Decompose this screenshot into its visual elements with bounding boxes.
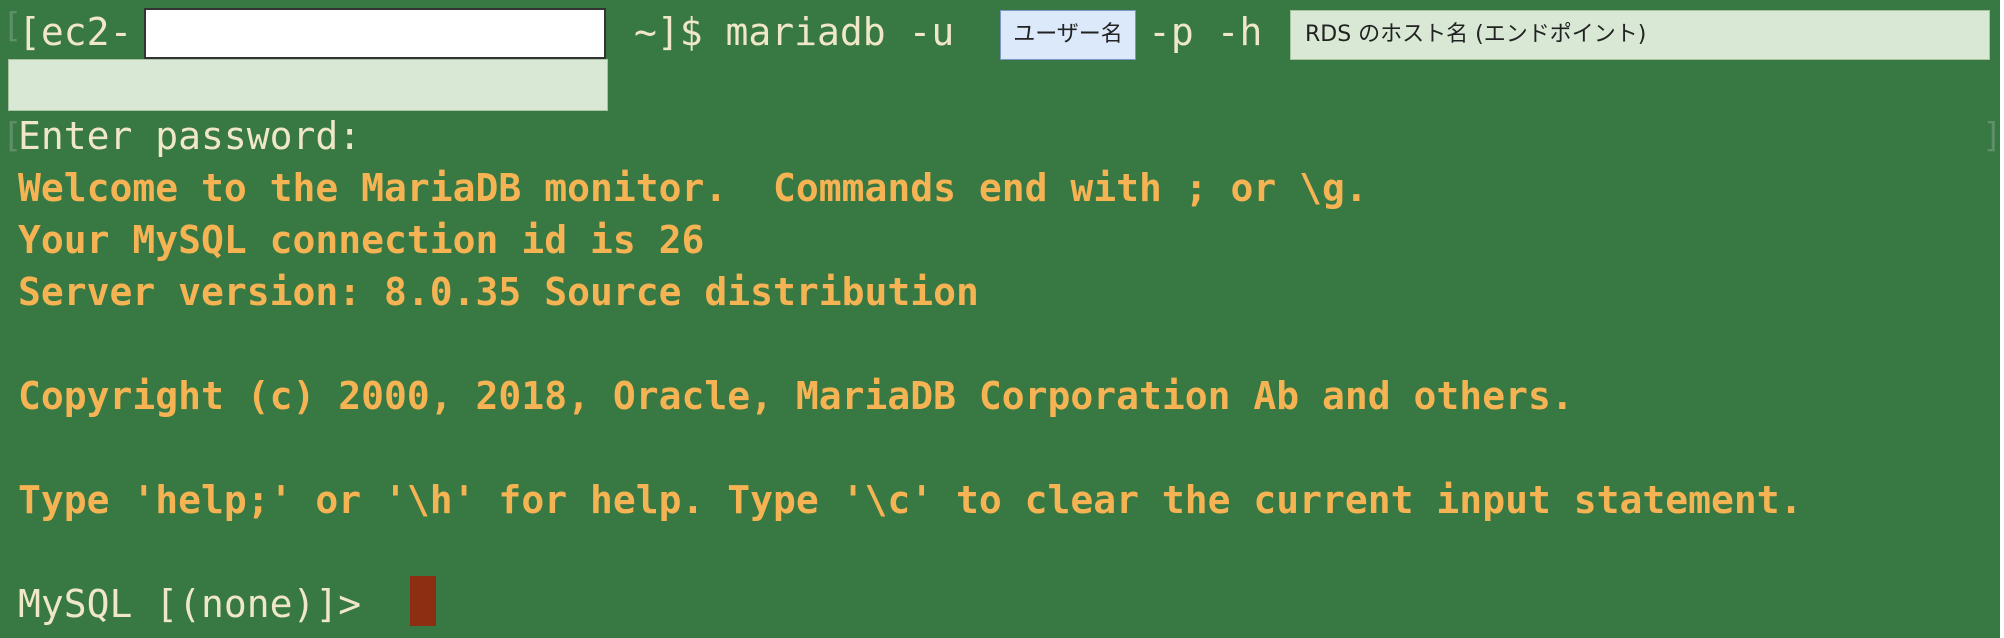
enter-password-line: Enter password: xyxy=(18,114,362,158)
terminal-window[interactable]: [ [ec2- ~]$ mariadb -u -p -h ユーザー名 RDS の… xyxy=(0,0,2000,638)
welcome-line: Welcome to the MariaDB monitor. Commands… xyxy=(18,166,1368,210)
server-version-line: Server version: 8.0.35 Source distributi… xyxy=(18,270,979,314)
masked-hostname-box xyxy=(144,8,606,59)
rds-endpoint-placeholder-box: RDS のホスト名 (エンドポイント) xyxy=(1290,10,1990,60)
terminal-cursor[interactable] xyxy=(410,576,436,626)
help-line: Type 'help;' or '\h' for help. Type '\c'… xyxy=(18,478,1803,522)
prompt-command-text: ~]$ mariadb -u xyxy=(634,10,955,54)
username-placeholder-box: ユーザー名 xyxy=(1000,10,1136,60)
mysql-prompt: MySQL [(none)]> xyxy=(18,582,362,626)
right-bracket-mark: ] xyxy=(1982,110,2000,162)
prompt-open-text: [ec2- xyxy=(18,10,133,54)
prompt-flags-text: -p -h xyxy=(1148,10,1263,54)
copyright-line: Copyright (c) 2000, 2018, Oracle, MariaD… xyxy=(18,374,1574,418)
connection-id-line: Your MySQL connection id is 26 xyxy=(18,218,705,262)
rds-endpoint-placeholder-continuation xyxy=(8,59,608,111)
